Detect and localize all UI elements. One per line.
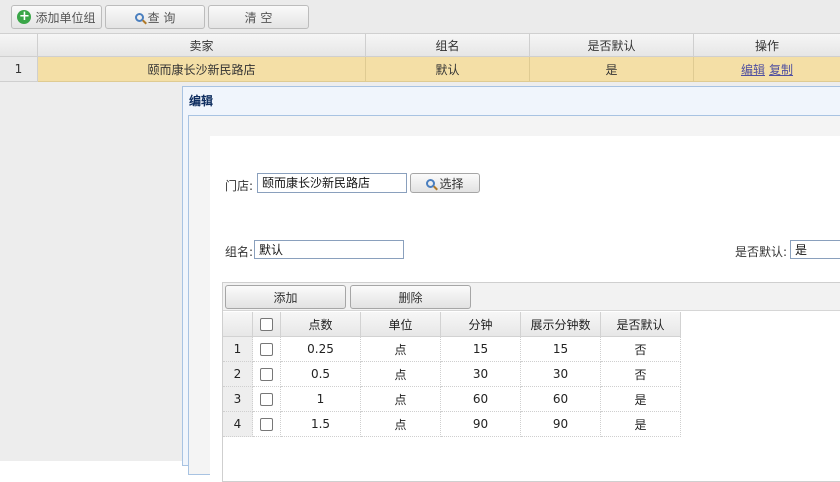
- sub-cell-is-default[interactable]: 否: [601, 337, 681, 362]
- plus-icon: +: [17, 9, 32, 24]
- sub-row-number: 3: [223, 387, 253, 412]
- sub-row-checkbox-cell: [253, 337, 281, 362]
- group-name-label: 组名:: [225, 245, 254, 259]
- sub-cell-is-default[interactable]: 是: [601, 412, 681, 437]
- is-default-label: 是否默认:: [735, 245, 788, 259]
- sub-header-is-default: 是否默认: [601, 312, 681, 337]
- delete-row-label: 删除: [398, 290, 423, 305]
- sub-row-checkbox-cell: [253, 412, 281, 437]
- sub-row-checkbox-cell: [253, 362, 281, 387]
- query-button[interactable]: 查 询: [105, 5, 205, 29]
- sub-cell-display-minutes[interactable]: 60: [521, 387, 601, 412]
- grid-header-seller: 卖家: [38, 34, 366, 57]
- sub-cell-minutes[interactable]: 60: [441, 387, 521, 412]
- sub-row-number: 2: [223, 362, 253, 387]
- add-row-button[interactable]: 添加: [225, 285, 346, 309]
- dialog-form: 门店: 颐而康长沙新民路店 选择 组名: 默认 是否默认: 是 添加 删除 点数…: [210, 136, 840, 482]
- dialog-body: 门店: 颐而康长沙新民路店 选择 组名: 默认 是否默认: 是 添加 删除 点数…: [188, 115, 840, 482]
- store-label: 门店:: [225, 179, 254, 193]
- sub-cell-unit[interactable]: 点: [361, 412, 441, 437]
- points-grid: 添加 删除 点数 单位 分钟 展示分钟数 是否默认 1 0.25 点 15 15…: [222, 282, 840, 482]
- points-grid-toolbar: 添加 删除: [223, 283, 840, 311]
- row-checkbox[interactable]: [260, 392, 273, 406]
- clear-button[interactable]: 清 空: [208, 5, 309, 29]
- sub-row-number: 1: [223, 337, 253, 362]
- query-label: 查 询: [147, 10, 176, 25]
- grid-header-group: 组名: [366, 34, 530, 57]
- clear-label: 清 空: [244, 10, 273, 25]
- toolbar: + 添加单位组 查 询 清 空: [0, 0, 840, 34]
- sub-cell-points[interactable]: 1: [281, 387, 361, 412]
- add-unit-group-label: 添加单位组: [35, 10, 96, 25]
- sub-cell-minutes[interactable]: 30: [441, 362, 521, 387]
- row-number: 1: [0, 57, 38, 82]
- sub-cell-points[interactable]: 0.25: [281, 337, 361, 362]
- row-checkbox[interactable]: [260, 367, 273, 381]
- sub-row-checkbox-cell: [253, 387, 281, 412]
- edit-link[interactable]: 编辑: [741, 61, 765, 78]
- sub-cell-is-default[interactable]: 否: [601, 362, 681, 387]
- sub-cell-unit[interactable]: 点: [361, 387, 441, 412]
- is-default-select[interactable]: 是: [790, 240, 840, 259]
- cell-actions: 编辑 复制: [694, 57, 840, 82]
- sub-header-unit: 单位: [361, 312, 441, 337]
- copy-link[interactable]: 复制: [769, 61, 793, 78]
- grid-header-actions: 操作: [694, 34, 840, 57]
- sub-cell-points[interactable]: 0.5: [281, 362, 361, 387]
- delete-row-button[interactable]: 删除: [350, 285, 471, 309]
- sub-cell-minutes[interactable]: 15: [441, 337, 521, 362]
- sub-cell-is-default[interactable]: 是: [601, 387, 681, 412]
- dialog-title: 编辑: [189, 94, 214, 108]
- sub-cell-points[interactable]: 1.5: [281, 412, 361, 437]
- sub-header-display-minutes: 展示分钟数: [521, 312, 601, 337]
- sub-row-number: 4: [223, 412, 253, 437]
- row-checkbox[interactable]: [260, 417, 273, 431]
- sub-cell-unit[interactable]: 点: [361, 337, 441, 362]
- select-store-button[interactable]: 选择: [410, 173, 480, 193]
- select-label: 选择: [439, 176, 464, 191]
- sub-header-rownum: [223, 312, 253, 337]
- search-icon: [134, 12, 144, 22]
- sub-header-checkbox: [253, 312, 281, 337]
- grid-header-rownum: [0, 34, 38, 57]
- sub-cell-display-minutes[interactable]: 30: [521, 362, 601, 387]
- edit-dialog: 编辑 门店: 颐而康长沙新民路店 选择 组名: 默认 是否默认: 是 添加 删除: [182, 86, 840, 482]
- store-input[interactable]: 颐而康长沙新民路店: [257, 173, 407, 193]
- cell-seller[interactable]: 颐而康长沙新民路店: [38, 57, 366, 82]
- add-unit-group-button[interactable]: + 添加单位组: [11, 5, 102, 29]
- add-row-label: 添加: [273, 290, 298, 305]
- cell-group[interactable]: 默认: [366, 57, 530, 82]
- select-all-checkbox[interactable]: [260, 317, 273, 331]
- sub-cell-display-minutes[interactable]: 15: [521, 337, 601, 362]
- group-name-input[interactable]: 默认: [254, 240, 404, 259]
- sub-cell-unit[interactable]: 点: [361, 362, 441, 387]
- cell-default[interactable]: 是: [530, 57, 694, 82]
- row-checkbox[interactable]: [260, 342, 273, 356]
- search-icon: [426, 178, 436, 188]
- sub-header-points: 点数: [281, 312, 361, 337]
- sub-cell-display-minutes[interactable]: 90: [521, 412, 601, 437]
- sub-cell-minutes[interactable]: 90: [441, 412, 521, 437]
- sub-header-minutes: 分钟: [441, 312, 521, 337]
- grid-header-default: 是否默认: [530, 34, 694, 57]
